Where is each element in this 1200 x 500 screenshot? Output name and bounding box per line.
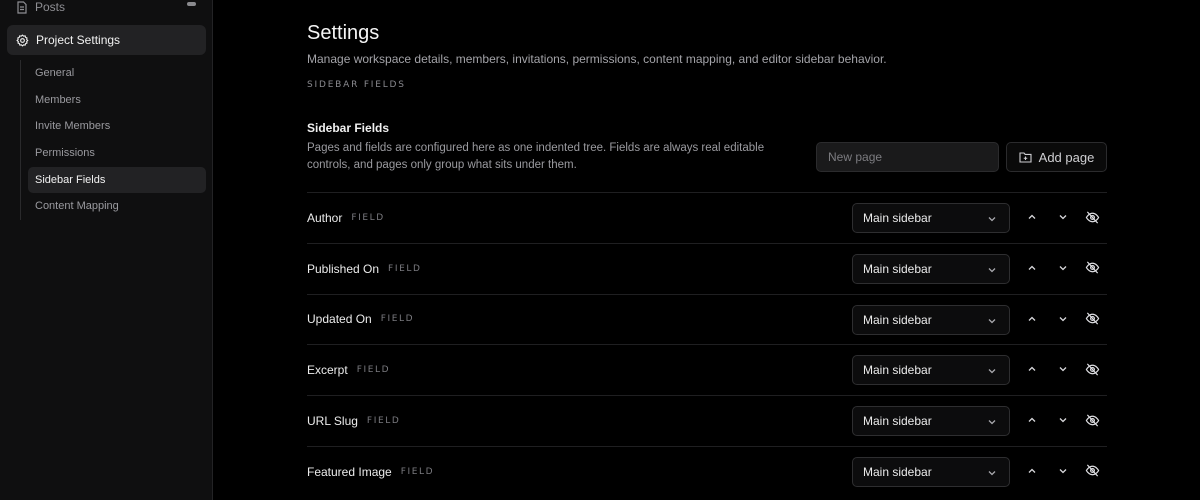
- placement-select[interactable]: Main sidebar: [852, 355, 1010, 386]
- chevron-up-icon: [1027, 314, 1037, 324]
- toggle-visibility-button[interactable]: [1083, 310, 1101, 328]
- subnav-item-general[interactable]: General: [28, 60, 206, 86]
- chevron-down-icon: [987, 416, 997, 426]
- placement-select-value: Main sidebar: [863, 261, 932, 276]
- subnav-item-content-mapping[interactable]: Content Mapping: [28, 193, 206, 219]
- add-page-button[interactable]: Add page: [1006, 142, 1107, 172]
- chevron-up-icon: [1027, 364, 1037, 374]
- subnav-item-invite-members[interactable]: Invite Members: [28, 113, 206, 139]
- field-kind-badge: FIELD: [388, 263, 422, 274]
- chevron-down-icon: [987, 315, 997, 325]
- field-row: Published On FIELD Main sidebar: [307, 242, 1107, 294]
- field-name: Author: [307, 210, 343, 225]
- move-down-button[interactable]: [1054, 360, 1072, 378]
- eye-off-icon: [1085, 362, 1100, 377]
- field-kind-badge: FIELD: [366, 416, 401, 427]
- toggle-visibility-button[interactable]: [1083, 411, 1101, 429]
- add-page-label: Add page: [1038, 149, 1095, 165]
- posts-count-badge: [187, 2, 196, 6]
- chevron-up-icon: [1027, 263, 1037, 273]
- chevron-down-icon: [987, 213, 997, 223]
- field-name: Featured Image: [307, 464, 392, 479]
- field-kind-badge: FIELD: [400, 466, 435, 477]
- field-row: Author FIELD Main sidebar: [307, 192, 1107, 243]
- placement-select-value: Main sidebar: [863, 363, 932, 378]
- sidebar-item-posts[interactable]: Posts: [16, 0, 206, 18]
- field-row: Excerpt FIELD Main sidebar: [307, 344, 1107, 395]
- field-kind-badge: FIELD: [351, 212, 385, 223]
- chevron-down-icon: [987, 365, 997, 375]
- move-up-button[interactable]: [1023, 411, 1041, 429]
- placement-select-value: Main sidebar: [863, 312, 932, 327]
- move-up-button[interactable]: [1023, 259, 1041, 277]
- chevron-down-icon: [987, 264, 997, 274]
- subnav-item-permissions[interactable]: Permissions: [28, 140, 206, 166]
- field-row: Updated On FIELD Main sidebar: [307, 293, 1107, 345]
- page-title: Settings: [307, 22, 380, 44]
- section-title: Sidebar Fields: [307, 121, 390, 135]
- chevron-down-icon: [1058, 466, 1068, 476]
- placement-select-value: Main sidebar: [863, 211, 932, 225]
- chevron-down-icon: [1058, 364, 1068, 374]
- gear-icon: [16, 33, 29, 47]
- move-up-button[interactable]: [1023, 208, 1041, 226]
- move-down-button[interactable]: [1054, 462, 1072, 480]
- field-row: URL Slug FIELD Main sidebar: [307, 395, 1107, 446]
- new-page-input[interactable]: [816, 142, 999, 172]
- eye-off-icon: [1085, 260, 1100, 275]
- eye-off-icon: [1085, 413, 1100, 428]
- move-up-button[interactable]: [1023, 360, 1041, 378]
- chevron-up-icon: [1027, 466, 1037, 476]
- page-description: Manage workspace details, members, invit…: [307, 52, 887, 66]
- folder-plus-icon: [1019, 152, 1032, 163]
- field-kind-badge: FIELD: [380, 314, 415, 325]
- toggle-visibility-button[interactable]: [1083, 462, 1101, 480]
- section-eyebrow: SIDEBAR FIELDS: [307, 80, 406, 90]
- project-settings-subnav: General Members Invite Members Permissio…: [20, 60, 206, 221]
- chevron-down-icon: [1058, 212, 1068, 222]
- eye-off-icon: [1085, 311, 1100, 326]
- placement-select[interactable]: Main sidebar: [852, 406, 1010, 437]
- sidebar-item-project-settings[interactable]: Project Settings: [7, 25, 206, 55]
- toggle-visibility-button[interactable]: [1083, 360, 1101, 378]
- document-icon: [17, 0, 27, 14]
- field-name: Updated On: [307, 312, 372, 327]
- subnav-item-members[interactable]: Members: [28, 87, 206, 113]
- sidebar-item-label: Posts: [35, 0, 66, 14]
- chevron-down-icon: [1058, 263, 1068, 273]
- placement-select[interactable]: Main sidebar: [852, 304, 1010, 335]
- field-name: URL Slug: [307, 414, 358, 429]
- move-down-button[interactable]: [1054, 411, 1072, 429]
- section-description: Pages and fields are configured here as …: [307, 142, 765, 171]
- eye-off-icon: [1085, 210, 1100, 225]
- chevron-up-icon: [1027, 212, 1037, 222]
- move-up-button[interactable]: [1023, 310, 1041, 328]
- field-name: Excerpt: [307, 363, 348, 378]
- sidebar-item-label: Project Settings: [36, 33, 121, 47]
- placement-select[interactable]: Main sidebar: [852, 253, 1010, 284]
- chevron-down-icon: [987, 467, 997, 477]
- placement-select-value: Main sidebar: [863, 414, 932, 429]
- sidebar: Posts Project Settings General Members I…: [0, 0, 213, 500]
- move-down-button[interactable]: [1054, 310, 1072, 328]
- placement-select[interactable]: Main sidebar: [852, 456, 1010, 487]
- chevron-down-icon: [1058, 415, 1068, 425]
- move-up-button[interactable]: [1023, 462, 1041, 480]
- toggle-visibility-button[interactable]: [1083, 208, 1101, 226]
- placement-select[interactable]: Main sidebar: [852, 203, 1010, 233]
- field-name: Published On: [307, 261, 380, 276]
- placement-select-value: Main sidebar: [863, 464, 932, 479]
- field-row: Featured Image FIELD Main sidebar: [307, 445, 1107, 497]
- field-kind-badge: FIELD: [356, 365, 391, 376]
- fields-list: Author FIELD Main sidebar Published On FIELD…: [307, 192, 1107, 497]
- toggle-visibility-button[interactable]: [1083, 259, 1101, 277]
- move-down-button[interactable]: [1054, 208, 1072, 226]
- chevron-down-icon: [1058, 314, 1068, 324]
- subnav-item-sidebar-fields[interactable]: Sidebar Fields: [28, 166, 206, 193]
- move-down-button[interactable]: [1054, 259, 1072, 277]
- chevron-up-icon: [1027, 415, 1037, 425]
- eye-off-icon: [1085, 463, 1100, 478]
